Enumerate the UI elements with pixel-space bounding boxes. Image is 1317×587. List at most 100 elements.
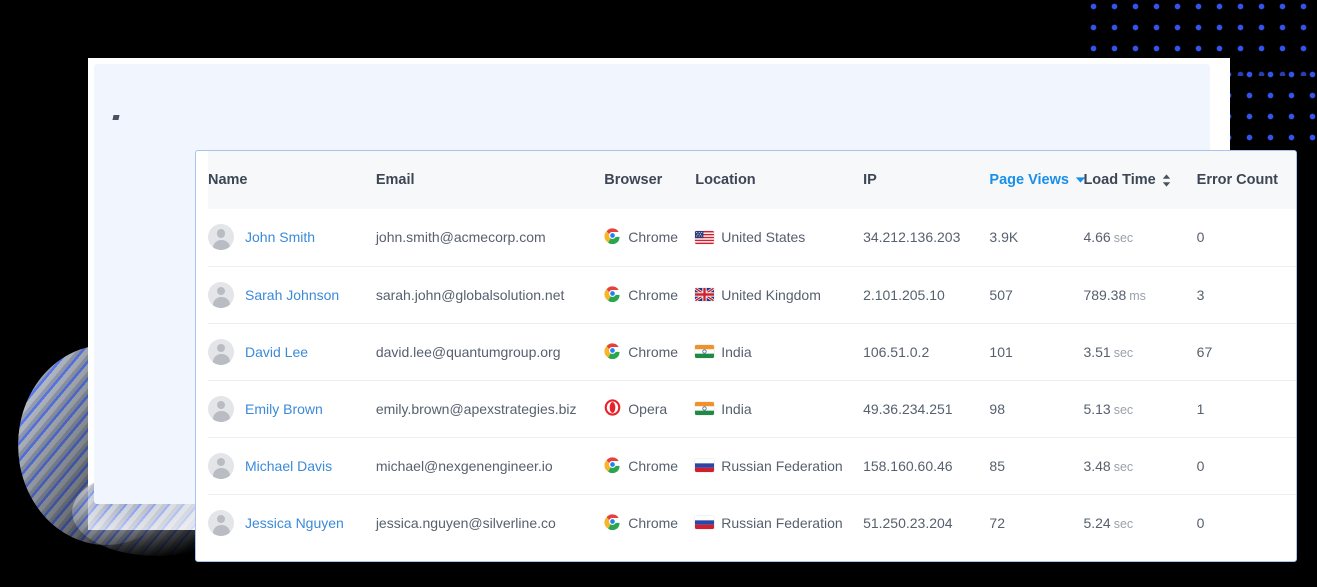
user-name-link[interactable]: Michael Davis xyxy=(245,458,332,474)
page-views-value: 85 xyxy=(989,457,1005,474)
browser-label: Chrome xyxy=(628,343,679,360)
location-label: India xyxy=(721,400,752,417)
load-time-unit: sec xyxy=(1113,231,1134,246)
column-header-name-label: Name xyxy=(208,172,248,188)
cell-error-count: 1 xyxy=(1196,379,1296,437)
cell-ip: 34.212.136.203 xyxy=(863,209,989,266)
browser-label: Chrome xyxy=(628,457,679,474)
column-header-ip-label: IP xyxy=(863,172,877,188)
email-text: john.smith@acmecorp.com xyxy=(375,229,546,246)
load-time-unit: sec xyxy=(1113,459,1134,474)
flag-in-icon xyxy=(695,345,715,358)
cell-load-time: 3.48 sec xyxy=(1083,436,1197,494)
table-card: Name Email Browser Location IP Page View… xyxy=(195,150,1297,562)
table-row[interactable]: David Lee david.lee@quantumgroup.org Chrom… xyxy=(208,322,1296,380)
cell-email: john.smith@acmecorp.com xyxy=(376,209,604,266)
location-label: Russian Federation xyxy=(721,457,843,474)
column-header-browser[interactable]: Browser xyxy=(604,151,695,209)
location-label: Russian Federation xyxy=(721,514,843,531)
cell-page-views: 85 xyxy=(989,436,1084,494)
flag-ru-icon xyxy=(695,516,715,530)
sort-unsorted-icon xyxy=(1162,173,1171,187)
avatar xyxy=(208,395,234,422)
column-header-load-time[interactable]: Load Time xyxy=(1083,151,1196,209)
column-header-page-views[interactable]: Page Views xyxy=(989,151,1086,209)
clipped-sort-marker xyxy=(112,115,120,120)
flag-us-icon xyxy=(695,230,715,244)
column-header-email-label: Email xyxy=(375,172,415,188)
email-text: michael@nexgenengineer.io xyxy=(375,457,553,474)
cell-browser: Chrome xyxy=(604,436,696,494)
cell-load-time: 789.38 ms xyxy=(1083,265,1197,323)
chrome-icon xyxy=(604,227,621,247)
table-row[interactable]: Jessica Nguyen jessica.nguyen@silverline.… xyxy=(208,493,1296,551)
cell-page-views: 507 xyxy=(989,265,1084,323)
cell-load-time: 3.51 sec xyxy=(1083,322,1197,380)
error-count-value: 0 xyxy=(1196,514,1205,531)
cell-browser: Chrome xyxy=(604,265,696,323)
user-name-link[interactable]: Jessica Nguyen xyxy=(245,515,344,531)
error-count-value: 0 xyxy=(1196,229,1205,246)
page-views-value: 507 xyxy=(989,286,1013,303)
cell-load-time: 5.24 sec xyxy=(1083,493,1197,551)
avatar xyxy=(208,281,234,308)
table-row[interactable]: Sarah Johnson sarah.john@globalsolution.n… xyxy=(208,265,1296,323)
cell-name: David Lee xyxy=(208,322,376,380)
cell-ip: 51.250.23.204 xyxy=(863,493,990,551)
column-header-location[interactable]: Location xyxy=(695,151,863,209)
ip-text: 49.36.234.251 xyxy=(863,400,953,417)
column-header-name[interactable]: Name xyxy=(208,151,376,209)
cell-location: United Kingdom xyxy=(695,265,864,323)
table-body: John Smith john.smith@acmecorp.com Chrome U… xyxy=(208,209,1296,551)
analytics-table: Name Email Browser Location IP Page View… xyxy=(208,151,1296,551)
cell-name: Michael Davis xyxy=(208,436,376,494)
cell-name: John Smith xyxy=(208,209,376,266)
opera-icon xyxy=(604,398,621,419)
cell-error-count: 0 xyxy=(1196,209,1296,266)
column-header-email[interactable]: Email xyxy=(376,151,604,209)
error-count-value: 3 xyxy=(1196,286,1205,303)
browser-label: Chrome xyxy=(628,286,679,303)
dot-grid-decoration-right xyxy=(1214,60,1317,152)
cell-location: Russian Federation xyxy=(695,436,864,494)
dot-grid-decoration-top xyxy=(1079,0,1317,60)
avatar xyxy=(208,338,234,365)
cell-name: Jessica Nguyen xyxy=(208,493,376,551)
error-count-value: 1 xyxy=(1196,400,1205,417)
column-header-ip[interactable]: IP xyxy=(863,151,989,209)
avatar xyxy=(208,224,234,251)
table-row[interactable]: John Smith john.smith@acmecorp.com Chrome U… xyxy=(208,209,1296,266)
user-name-link[interactable]: John Smith xyxy=(245,229,315,245)
chrome-icon xyxy=(604,342,621,362)
cell-name: Emily Brown xyxy=(208,379,376,437)
table-header-row: Name Email Browser Location IP Page View… xyxy=(208,151,1296,209)
flag-ru-icon xyxy=(695,459,715,472)
error-count-value: 67 xyxy=(1196,343,1213,360)
cell-location: Russian Federation xyxy=(695,493,864,551)
page-views-value: 3.9K xyxy=(989,229,1019,246)
page-views-value: 98 xyxy=(989,400,1005,417)
column-header-error-count[interactable]: Error Count xyxy=(1197,151,1296,209)
page-root: Name Email Browser Location IP Page View… xyxy=(0,0,1317,587)
flag-gb-icon xyxy=(695,288,715,301)
cell-load-time: 5.13 sec xyxy=(1083,379,1197,437)
chrome-icon xyxy=(604,513,621,533)
table-header: Name Email Browser Location IP Page View… xyxy=(208,151,1296,209)
email-text: emily.brown@apexstrategies.biz xyxy=(375,400,577,417)
ip-text: 34.212.136.203 xyxy=(863,229,961,246)
cell-ip: 49.36.234.251 xyxy=(863,379,990,437)
location-label: United Kingdom xyxy=(721,286,821,303)
cell-browser: Chrome xyxy=(604,209,695,266)
email-text: jessica.nguyen@silverline.co xyxy=(375,514,556,531)
user-name-link[interactable]: David Lee xyxy=(245,344,308,360)
load-time-value: 5.24 xyxy=(1083,514,1111,531)
location-label: United States xyxy=(721,229,806,246)
user-name-link[interactable]: Sarah Johnson xyxy=(245,287,339,303)
table-row[interactable]: Michael Davis michael@nexgenengineer.io Ch… xyxy=(208,436,1296,494)
user-name-link[interactable]: Emily Brown xyxy=(245,401,323,417)
email-text: david.lee@quantumgroup.org xyxy=(375,343,561,360)
error-count-value: 0 xyxy=(1196,457,1205,474)
browser-label: Chrome xyxy=(628,229,679,246)
load-time-unit: sec xyxy=(1113,516,1134,531)
table-row[interactable]: Emily Brown emily.brown@apexstrategies.bi… xyxy=(208,379,1296,437)
